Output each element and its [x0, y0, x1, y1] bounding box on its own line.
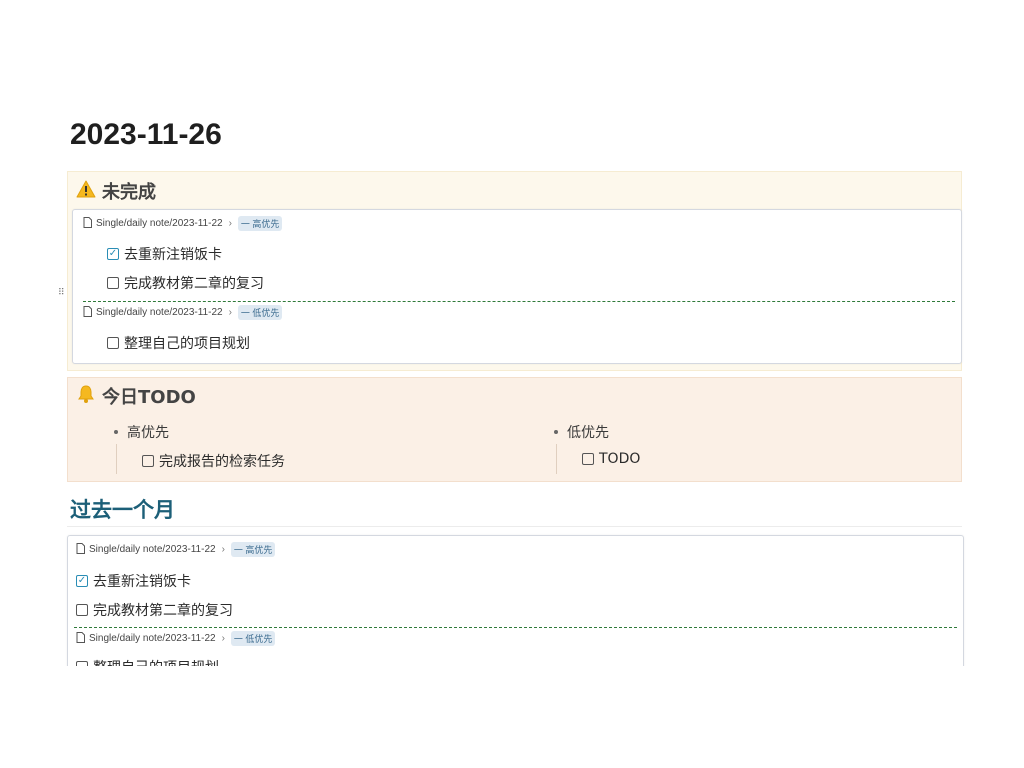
task-source-link[interactable]: Single/daily note/2023-11-22 › 一 高优先 [76, 542, 276, 557]
chevron-right-icon: › [228, 307, 232, 318]
task-checkbox[interactable] [142, 455, 154, 467]
viewport-bottom-mask [0, 666, 1024, 768]
task-source-link[interactable]: Single/daily note/2023-11-22 › 一 低优先 [83, 305, 283, 320]
task-text: 完成报告的检索任务 [159, 454, 285, 470]
task-item: 完成教材第二章的复习 [76, 600, 233, 620]
task-source-link[interactable]: Single/daily note/2023-11-22 › 一 低优先 [76, 631, 276, 646]
file-icon [76, 631, 85, 646]
group-divider [74, 627, 957, 628]
priority-tag[interactable]: 一 低优先 [230, 631, 276, 646]
indent-guide [116, 444, 117, 474]
priority-tag[interactable]: 一 高优先 [237, 216, 283, 231]
callout-todo-header[interactable]: 今日TODO [76, 383, 196, 409]
callout-today-todo: 今日TODO 高优先 完成报告的检索任务 低优先 TODO [67, 377, 962, 482]
task-source-path: Single/daily note/2023-11-22 [89, 544, 216, 555]
task-text: 整理自己的项目规划 [124, 336, 250, 352]
file-icon [83, 216, 92, 231]
list-item-label: 低优先 [567, 425, 609, 441]
callout-incomplete: 未完成 Single/daily note/2023-11-22 › 一 高优先… [67, 171, 962, 371]
list-item-high-priority: 高优先 [114, 422, 169, 442]
task-item: 完成报告的检索任务 [142, 451, 285, 471]
task-item: 整理自己的项目规划 [107, 333, 250, 353]
task-source-path: Single/daily note/2023-11-22 [96, 307, 223, 318]
task-text: TODO [599, 451, 641, 467]
task-checkbox-checked[interactable]: ✓ [76, 575, 88, 587]
chevron-right-icon: › [228, 218, 232, 229]
task-text: 完成教材第二章的复习 [93, 603, 233, 619]
task-checkbox[interactable] [107, 337, 119, 349]
file-icon [76, 542, 85, 557]
callout-incomplete-header[interactable]: 未完成 [76, 178, 156, 204]
drag-handle-icon[interactable]: ⠿ [58, 288, 65, 298]
list-item-label: 高优先 [127, 425, 169, 441]
section-heading-past-month: 过去一个月 [70, 498, 175, 522]
priority-tag[interactable]: 一 低优先 [237, 305, 283, 320]
task-query-results: Single/daily note/2023-11-22 › 一 高优先 ✓ 去… [72, 209, 962, 364]
task-item: ✓ 去重新注销饭卡 [76, 571, 191, 591]
section-divider [67, 526, 962, 527]
task-text: 去重新注销饭卡 [93, 574, 191, 590]
bullet-icon [114, 430, 118, 434]
indent-guide [556, 444, 557, 474]
task-item: 完成教材第二章的复习 [107, 273, 264, 293]
bell-icon [76, 384, 96, 409]
task-item: TODO [582, 451, 640, 467]
task-source-path: Single/daily note/2023-11-22 [89, 633, 216, 644]
task-checkbox-checked[interactable]: ✓ [107, 248, 119, 260]
list-item-low-priority: 低优先 [554, 422, 609, 442]
chevron-right-icon: › [221, 544, 225, 555]
bullet-icon [554, 430, 558, 434]
group-divider [83, 301, 955, 302]
task-text: 去重新注销饭卡 [124, 247, 222, 263]
file-icon [83, 305, 92, 320]
task-item: ✓ 去重新注销饭卡 [107, 244, 222, 264]
callout-todo-title: 今日TODO [102, 387, 196, 408]
task-checkbox[interactable] [107, 277, 119, 289]
warning-icon [76, 180, 96, 203]
task-checkbox[interactable] [76, 604, 88, 616]
past-month-task-query: Single/daily note/2023-11-22 › 一 高优先 ✓ 去… [67, 535, 964, 676]
priority-tag[interactable]: 一 高优先 [230, 542, 276, 557]
task-source-link[interactable]: Single/daily note/2023-11-22 › 一 高优先 [83, 216, 283, 231]
task-checkbox[interactable] [582, 453, 594, 465]
chevron-right-icon: › [221, 633, 225, 644]
callout-incomplete-title: 未完成 [102, 182, 156, 203]
task-source-path: Single/daily note/2023-11-22 [96, 218, 223, 229]
task-text: 完成教材第二章的复习 [124, 276, 264, 292]
page-title: 2023-11-26 [70, 118, 222, 151]
